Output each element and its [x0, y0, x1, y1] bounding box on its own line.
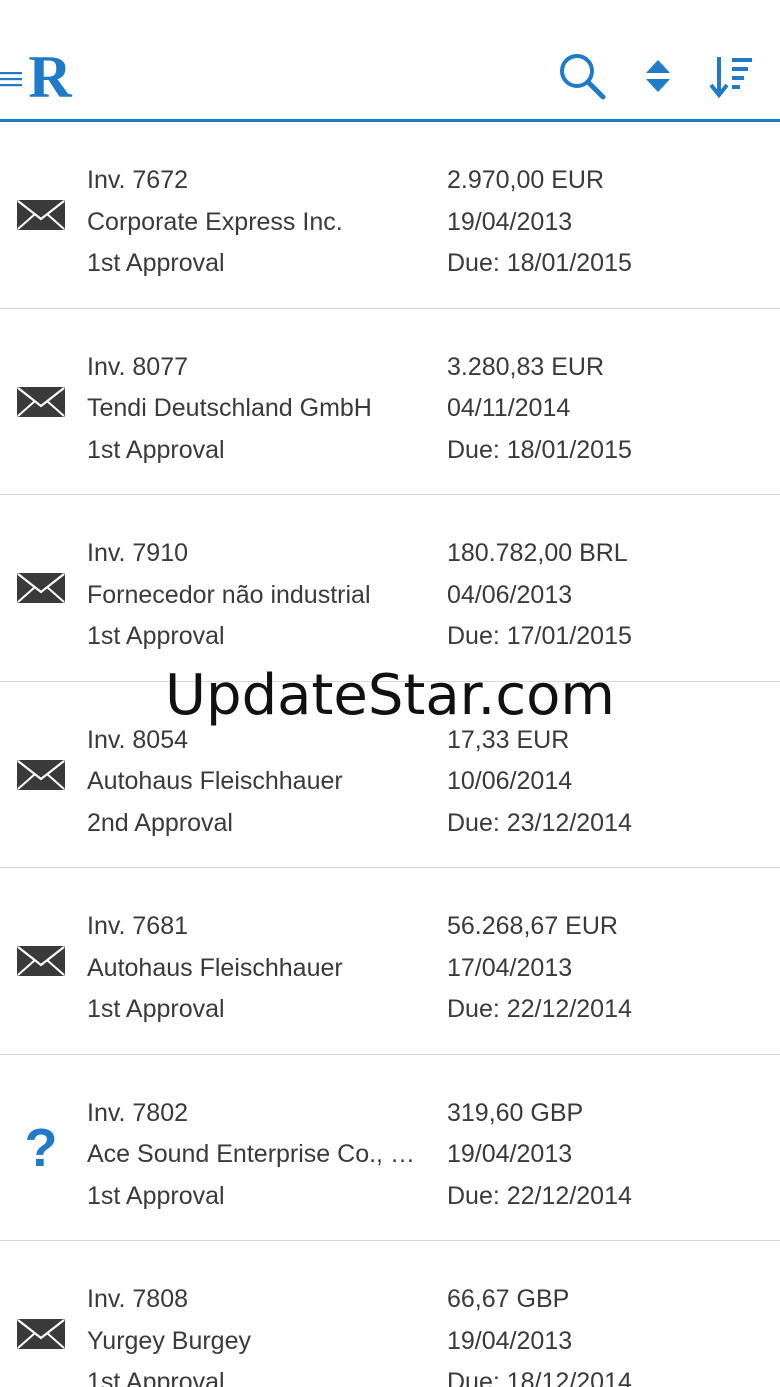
invoice-number: Inv. 7910 [87, 539, 189, 567]
invoice-amounts: 66,67 GBP 19/04/2013 Due: 18/12/2014 [447, 1279, 767, 1387]
envelope-icon [16, 944, 66, 978]
vendor-name: Tendi Deutschland GmbH [87, 394, 372, 422]
envelope-icon [16, 758, 66, 792]
invoice-amount: 2.970,00 EUR [447, 166, 605, 194]
due-date: Due: 22/12/2014 [447, 1181, 632, 1210]
invoice-amount: 3.280,83 EUR [447, 352, 605, 381]
invoice-amount: 17,33 EUR [447, 725, 570, 754]
invoice-number: Inv. 7681 [87, 912, 189, 940]
invoice-amount: 56.268,67 EUR [447, 912, 618, 940]
invoice-row[interactable]: Inv. 7808 Yurgey Burgey 1st Approval 66,67 … [0, 1241, 780, 1387]
invoice-date: 19/04/2013 [447, 1326, 573, 1355]
invoice-amounts: 2.970,00 EUR 19/04/2013 Due: 18/01/2015 [447, 160, 767, 285]
sort-button[interactable] [706, 52, 758, 104]
invoice-amounts: 3.280,83 EUR 04/11/2014 Due: 18/01/2015 [447, 347, 767, 472]
invoice-row[interactable]: Inv. 8077 Tendi Deutschland GmbH 1st Appro… [0, 309, 780, 495]
invoice-list: Inv. 7672 Corporate Express Inc. 1st Appro… [0, 122, 780, 1387]
invoice-info: Inv. 7681 Autohaus Fleischhauer 1st Approv… [87, 906, 419, 1031]
due-date: Due: 23/12/2014 [447, 808, 632, 837]
invoice-info: Inv. 7910 Fornecedor não industrial 1st Ap… [87, 533, 419, 658]
invoice-number: Inv. 7672 [87, 166, 189, 194]
invoice-row[interactable]: Inv. 7910 Fornecedor não industrial 1st Ap… [0, 495, 780, 682]
approval-stage: 2nd Approval [87, 808, 233, 837]
invoice-amounts: 56.268,67 EUR 17/04/2013 Due: 22/12/2014 [447, 906, 767, 1031]
search-icon [557, 51, 607, 106]
vendor-name: Ace Sound Enterprise Co., Ltd. [87, 1140, 419, 1168]
invoice-info: Inv. 8054 Autohaus Fleischhauer 2nd Approv… [87, 720, 419, 845]
approval-stage: 1st Approval [87, 622, 225, 650]
invoice-row[interactable]: Inv. 7672 Corporate Express Inc. 1st Appro… [0, 122, 780, 309]
invoice-info: Inv. 7802 Ace Sound Enterprise Co., Ltd. 1… [87, 1093, 419, 1218]
approval-stage: 1st Approval [87, 1368, 225, 1387]
envelope-icon [16, 571, 66, 605]
invoice-amounts: 17,33 EUR 10/06/2014 Due: 23/12/2014 [447, 720, 767, 845]
vendor-name: Autohaus Fleischhauer [87, 767, 343, 795]
approval-stage: 1st Approval [87, 249, 225, 277]
invoice-number: Inv. 8054 [87, 725, 189, 754]
invoice-date: 19/04/2013 [447, 1140, 573, 1168]
invoice-row[interactable]: Inv. 7681 Autohaus Fleischhauer 1st Approv… [0, 868, 780, 1055]
invoice-amounts: 180.782,00 BRL 04/06/2013 Due: 17/01/2015 [447, 533, 767, 658]
approval-stage: 1st Approval [87, 995, 225, 1023]
app-logo: R [24, 44, 76, 110]
approval-stage: 1st Approval [87, 1181, 225, 1210]
envelope-icon [16, 1317, 66, 1351]
invoice-row[interactable]: Inv. 8054 Autohaus Fleischhauer 2nd Approv… [0, 682, 780, 868]
invoice-amounts: 319,60 GBP 19/04/2013 Due: 22/12/2014 [447, 1093, 767, 1218]
invoice-info: Inv. 8077 Tendi Deutschland GmbH 1st Appro… [87, 347, 419, 472]
invoice-date: 17/04/2013 [447, 953, 573, 982]
sort-toggle-icon [643, 58, 673, 99]
sort-descending-icon [709, 53, 755, 104]
due-date: Due: 18/01/2015 [447, 435, 632, 464]
due-date: Due: 22/12/2014 [447, 995, 632, 1023]
sort-toggle-button[interactable] [636, 52, 680, 104]
app-header: R [0, 0, 780, 122]
due-date: Due: 18/12/2014 [447, 1368, 632, 1387]
invoice-date: 04/11/2014 [447, 394, 571, 422]
invoice-info: Inv. 7672 Corporate Express Inc. 1st Appro… [87, 160, 419, 285]
due-date: Due: 18/01/2015 [447, 249, 632, 277]
vendor-name: Fornecedor não industrial [87, 580, 371, 609]
invoice-amount: 180.782,00 BRL [447, 539, 628, 567]
vendor-name: Yurgey Burgey [87, 1326, 251, 1355]
invoice-date: 10/06/2014 [447, 767, 573, 795]
invoice-app: R Inv. 7672 Corporate Express Inc. 1st A… [0, 0, 780, 1387]
vendor-name: Corporate Express Inc. [87, 207, 343, 236]
vendor-name: Autohaus Fleischhauer [87, 953, 343, 982]
search-button[interactable] [554, 52, 610, 104]
invoice-info: Inv. 7808 Yurgey Burgey 1st Approval [87, 1279, 419, 1387]
invoice-date: 19/04/2013 [447, 207, 573, 236]
logo-letter: R [28, 50, 72, 102]
approval-stage: 1st Approval [87, 435, 225, 464]
invoice-row[interactable]: ? Inv. 7802 Ace Sound Enterprise Co., Ltd.… [0, 1055, 780, 1241]
question-icon: ? [24, 1117, 58, 1178]
invoice-number: Inv. 7802 [87, 1098, 189, 1127]
due-date: Due: 17/01/2015 [447, 622, 632, 650]
invoice-number: Inv. 8077 [87, 352, 189, 381]
invoice-date: 04/06/2013 [447, 580, 573, 609]
menu-icon[interactable] [0, 71, 22, 87]
envelope-icon [16, 385, 66, 419]
envelope-icon [16, 198, 66, 232]
invoice-amount: 319,60 GBP [447, 1098, 584, 1127]
invoice-amount: 66,67 GBP [447, 1285, 570, 1313]
invoice-number: Inv. 7808 [87, 1285, 189, 1313]
